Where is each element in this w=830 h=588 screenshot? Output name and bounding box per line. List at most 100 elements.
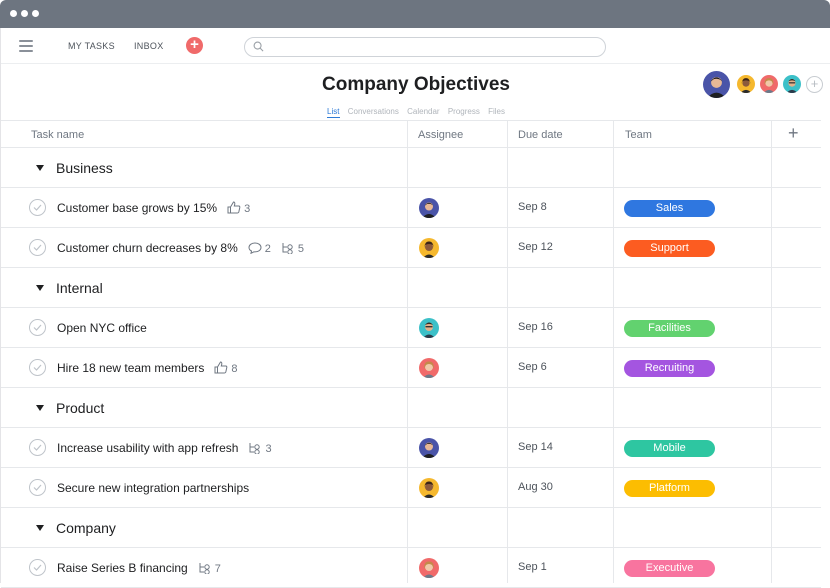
app-window: MY TASKS INBOX + Company Objectives List… (0, 28, 830, 588)
inbox-link[interactable]: INBOX (134, 41, 164, 51)
checkmark-icon (33, 484, 42, 491)
due-date[interactable]: Sep 12 (518, 241, 553, 253)
comments-count[interactable]: 2 (248, 242, 271, 255)
assignee-avatar[interactable] (419, 558, 439, 578)
window-dot[interactable] (32, 10, 39, 17)
task-name-text: Customer base grows by 15% (57, 201, 218, 215)
complete-task-checkbox[interactable] (29, 199, 46, 216)
member-avatar[interactable] (783, 75, 801, 93)
section-name: Internal (56, 280, 103, 296)
tab-files[interactable]: Files (488, 107, 505, 116)
column-header-task[interactable]: Task name (31, 129, 84, 141)
section-name: Business (56, 160, 113, 176)
member-avatar[interactable] (703, 71, 730, 98)
task-name[interactable]: Customer base grows by 15% 3 (57, 201, 250, 215)
team-tag[interactable]: Executive (624, 560, 715, 577)
complete-task-checkbox[interactable] (29, 559, 46, 576)
subtasks-value: 3 (265, 443, 272, 455)
thumbs-up-icon (214, 361, 231, 375)
member-avatar[interactable] (737, 75, 755, 93)
my-tasks-link[interactable]: MY TASKS (68, 41, 115, 51)
task-name[interactable]: Secure new integration partnerships (57, 481, 249, 495)
complete-task-checkbox[interactable] (29, 319, 46, 336)
due-date[interactable]: Sep 1 (518, 561, 547, 573)
section-header[interactable]: Product (1, 388, 821, 428)
due-date[interactable]: Sep 14 (518, 441, 553, 453)
due-date[interactable]: Sep 6 (518, 361, 547, 373)
subtasks-count[interactable]: 5 (281, 243, 304, 255)
assignee-avatar[interactable] (419, 198, 439, 218)
assignee-avatar[interactable] (419, 238, 439, 258)
table-row[interactable]: Customer base grows by 15% 3 Sep 8 Sales (1, 188, 821, 228)
task-name-text: Increase usability with app refresh (57, 441, 239, 455)
comments-value: 2 (264, 243, 271, 255)
likes-count[interactable]: 3 (227, 201, 251, 215)
complete-task-checkbox[interactable] (29, 239, 46, 256)
team-tag[interactable]: Platform (624, 480, 715, 497)
checkmark-icon (33, 324, 42, 331)
subtask-icon (248, 443, 265, 455)
team-tag[interactable]: Mobile (624, 440, 715, 457)
table-row[interactable]: Hire 18 new team members 8 Sep 6 Recruiting (1, 348, 821, 388)
table-row[interactable]: Raise Series B financing 7 Sep 1 Executive (1, 548, 821, 588)
team-tag[interactable]: Recruiting (624, 360, 715, 377)
assignee-avatar[interactable] (419, 358, 439, 378)
task-name[interactable]: Open NYC office (57, 321, 147, 335)
task-name-text: Hire 18 new team members (57, 361, 205, 375)
task-name[interactable]: Customer churn decreases by 8% 2 5 (57, 241, 304, 255)
tab-list[interactable]: List (327, 107, 340, 118)
assignee-avatar[interactable] (419, 438, 439, 458)
assignee-avatar[interactable] (419, 478, 439, 498)
checkmark-icon (33, 444, 42, 451)
section-header[interactable]: Company (1, 508, 821, 548)
tab-calendar[interactable]: Calendar (407, 107, 439, 116)
team-tag[interactable]: Facilities (624, 320, 715, 337)
comment-icon (248, 242, 265, 255)
task-name[interactable]: Increase usability with app refresh 3 (57, 441, 272, 455)
subtasks-count[interactable]: 7 (198, 563, 221, 575)
add-column-button[interactable]: + (788, 123, 799, 144)
add-member-button[interactable]: + (806, 76, 823, 93)
assignee-avatar[interactable] (419, 318, 439, 338)
column-header-assignee[interactable]: Assignee (418, 129, 463, 141)
collapse-caret-icon[interactable] (36, 405, 44, 411)
member-avatar[interactable] (760, 75, 778, 93)
due-date[interactable]: Sep 8 (518, 201, 547, 213)
search-input[interactable] (244, 37, 606, 57)
checkmark-icon (33, 364, 42, 371)
checkmark-icon (33, 244, 42, 251)
collapse-caret-icon[interactable] (36, 285, 44, 291)
menu-icon[interactable] (19, 40, 33, 52)
complete-task-checkbox[interactable] (29, 359, 46, 376)
tab-progress[interactable]: Progress (448, 107, 480, 116)
subtasks-count[interactable]: 3 (248, 443, 272, 455)
team-tag[interactable]: Support (624, 240, 715, 257)
section-header[interactable]: Internal (1, 268, 821, 308)
window-dot[interactable] (21, 10, 28, 17)
table-row[interactable]: Open NYC office Sep 16 Facilities (1, 308, 821, 348)
likes-count[interactable]: 8 (214, 361, 238, 375)
table-row[interactable]: Secure new integration partnerships Aug 3… (1, 468, 821, 508)
team-tag[interactable]: Sales (624, 200, 715, 217)
thumbs-up-icon (227, 201, 244, 215)
task-name[interactable]: Hire 18 new team members 8 (57, 361, 238, 375)
complete-task-checkbox[interactable] (29, 439, 46, 456)
column-header-due-date[interactable]: Due date (518, 129, 563, 141)
tab-conversations[interactable]: Conversations (348, 107, 399, 116)
column-header-team[interactable]: Team (625, 129, 652, 141)
likes-value: 3 (244, 203, 251, 215)
task-name[interactable]: Raise Series B financing 7 (57, 561, 221, 575)
table-row[interactable]: Customer churn decreases by 8% 2 5 Sep 12 Su… (1, 228, 821, 268)
task-name-text: Customer churn decreases by 8% (57, 241, 238, 255)
due-date[interactable]: Aug 30 (518, 481, 553, 493)
quick-add-button[interactable]: + (186, 37, 203, 54)
collapse-caret-icon[interactable] (36, 165, 44, 171)
table-header: Task name Assignee Due date Team + (1, 120, 821, 148)
window-dot[interactable] (10, 10, 17, 17)
due-date[interactable]: Sep 16 (518, 321, 553, 333)
table-row[interactable]: Increase usability with app refresh 3 Sep … (1, 428, 821, 468)
collapse-caret-icon[interactable] (36, 525, 44, 531)
subtasks-value: 5 (297, 243, 304, 255)
section-header[interactable]: Business (1, 148, 821, 188)
complete-task-checkbox[interactable] (29, 479, 46, 496)
